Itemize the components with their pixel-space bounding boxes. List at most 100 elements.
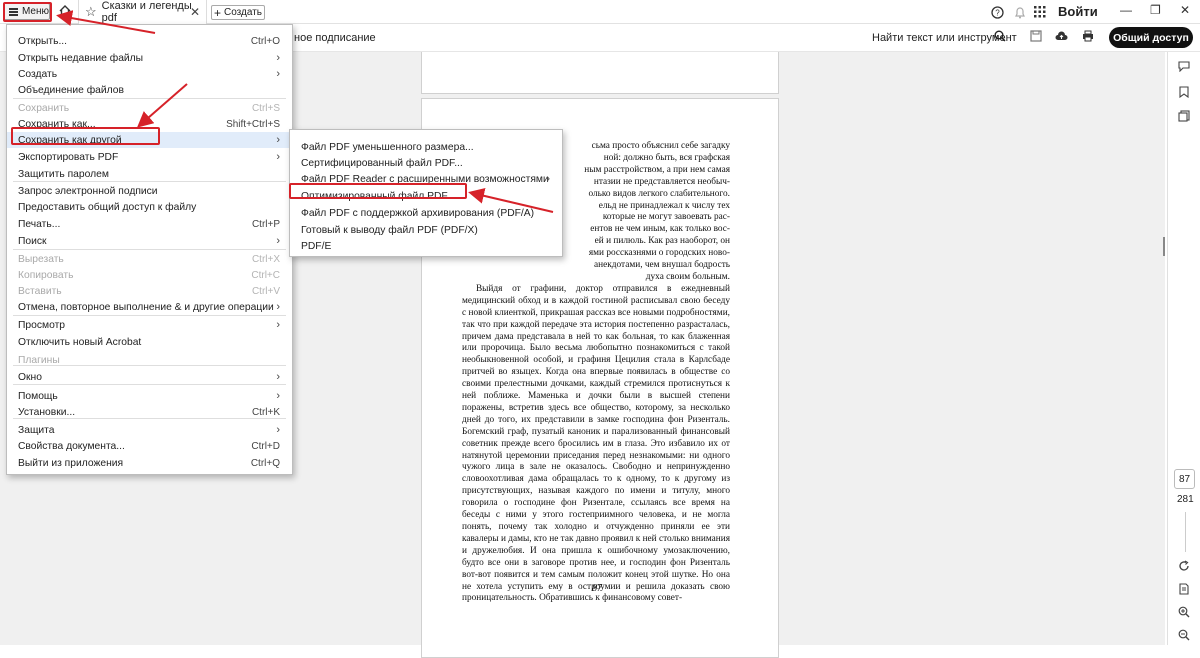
menu-item[interactable]: Вставить Ctrl+V xyxy=(7,283,292,299)
search-icon[interactable] xyxy=(994,30,1006,42)
title-bar: Меню ☆ Сказки и легенды pdf ✕ + Создать … xyxy=(0,0,1200,24)
svg-text:?: ? xyxy=(995,8,1000,17)
menu-item[interactable]: Защита › xyxy=(7,422,292,438)
chevron-right-icon: › xyxy=(546,173,550,185)
menu-separator xyxy=(13,98,286,99)
chevron-right-icon: › xyxy=(276,371,280,383)
menu-item[interactable]: Просмотр › xyxy=(7,317,292,333)
toolbar-partial-label[interactable]: ное подписание xyxy=(294,32,376,44)
submenu-item-label: Файл PDF с поддержкой архивирования (PDF… xyxy=(301,207,535,219)
submenu-item-label: Файл PDF уменьшенного размера... xyxy=(301,141,474,153)
menu-item[interactable]: Окно › xyxy=(7,369,292,385)
current-page-input[interactable]: 87 xyxy=(1174,469,1195,489)
pages-icon[interactable] xyxy=(1178,110,1190,122)
menu-item-label: Экспортировать PDF xyxy=(18,151,119,163)
submenu-item-label: Сертифицированный файл PDF... xyxy=(301,157,463,169)
menu-item[interactable]: Свойства документа... Ctrl+D xyxy=(7,438,292,454)
menu-item[interactable]: Установки... Ctrl+K xyxy=(7,404,292,420)
menu-item[interactable]: Вырезать Ctrl+X xyxy=(7,251,292,267)
close-window-icon[interactable]: ✕ xyxy=(1180,3,1190,17)
save-icon[interactable] xyxy=(1030,30,1042,42)
chevron-right-icon: › xyxy=(276,319,280,331)
menu-item-label: Просмотр xyxy=(18,319,66,331)
create-button-label: Создать xyxy=(224,7,263,18)
refresh-icon[interactable] xyxy=(1178,560,1190,572)
menu-item-shortcut: Ctrl+S xyxy=(251,102,280,114)
menu-item[interactable]: Запрос электронной подписи xyxy=(7,183,292,199)
home-icon[interactable] xyxy=(58,4,72,18)
zoom-in-icon[interactable] xyxy=(1178,606,1190,618)
submenu-item-label: Готовый к выводу файл PDF (PDF/X) xyxy=(301,224,478,236)
comment-icon[interactable] xyxy=(1178,61,1190,72)
menu-item-label: Запрос электронной подписи xyxy=(18,185,158,197)
menu-item-shortcut: Shift+Ctrl+S xyxy=(226,118,280,130)
restore-icon[interactable]: ❐ xyxy=(1150,3,1161,17)
menu-item[interactable]: Открыть... Ctrl+O xyxy=(7,33,292,49)
menu-item-label: Вырезать xyxy=(18,253,64,265)
bookmark-icon[interactable] xyxy=(1178,86,1190,98)
chevron-right-icon: › xyxy=(276,52,280,64)
document-tab[interactable]: ☆ Сказки и легенды pdf ✕ xyxy=(78,0,207,24)
menu-item-shortcut: Ctrl+O xyxy=(250,35,280,47)
menu-item-label: Печать... xyxy=(18,218,61,230)
help-icon[interactable]: ? xyxy=(991,4,1004,20)
sidebar-divider xyxy=(1185,512,1186,552)
right-sidebar xyxy=(1167,52,1200,645)
menu-item[interactable]: Плагины xyxy=(7,352,292,368)
chevron-right-icon: › xyxy=(276,390,280,402)
vertical-scrollbar[interactable] xyxy=(1163,237,1165,256)
submenu-item[interactable]: Файл PDF уменьшенного размера... xyxy=(290,139,562,155)
menu-item-label: Плагины xyxy=(18,354,60,366)
menu-item[interactable]: Отмена, повторное выполнение & и другие … xyxy=(7,299,292,315)
print-icon[interactable] xyxy=(1082,30,1094,42)
menu-item[interactable]: Создать › xyxy=(7,66,292,82)
menu-item-label: Поиск xyxy=(18,235,47,247)
menu-item-label: Объединение файлов xyxy=(18,84,124,96)
create-button[interactable]: + Создать xyxy=(211,5,265,20)
close-tab-icon[interactable]: ✕ xyxy=(190,5,200,19)
menu-item-shortcut: Ctrl+P xyxy=(251,218,280,230)
menu-item-label: Предоставить общий доступ к файлу xyxy=(18,201,197,213)
submenu-item[interactable]: PDF/E xyxy=(290,238,562,254)
menu-item[interactable]: Копировать Ctrl+C xyxy=(7,267,292,283)
menu-item-label: Создать xyxy=(18,68,58,80)
minimize-icon[interactable]: — xyxy=(1120,3,1132,17)
document-icon[interactable] xyxy=(1178,583,1190,595)
chevron-right-icon: › xyxy=(276,68,280,80)
menu-item[interactable]: Защитить паролем xyxy=(7,166,292,182)
menu-item-label: Вставить xyxy=(18,285,62,297)
menu-item[interactable]: Отключить новый Acrobat xyxy=(7,334,292,350)
menu-separator xyxy=(13,315,286,316)
plus-icon: + xyxy=(213,5,221,20)
zoom-out-icon[interactable] xyxy=(1178,629,1190,641)
menu-item[interactable]: Выйти из приложения Ctrl+Q xyxy=(7,455,292,471)
menu-item-label: Окно xyxy=(18,371,42,383)
menu-item-label: Сохранить xyxy=(18,102,70,114)
chevron-right-icon: › xyxy=(276,424,280,436)
cloud-upload-icon[interactable] xyxy=(1055,30,1068,42)
submenu-item[interactable]: Файл PDF с поддержкой архивирования (PDF… xyxy=(290,205,562,221)
menu-item[interactable]: Печать... Ctrl+P xyxy=(7,216,292,232)
menu-separator xyxy=(13,249,286,250)
menu-item[interactable]: Сохранить Ctrl+S xyxy=(7,100,292,116)
menu-item-shortcut: Ctrl+K xyxy=(251,406,280,418)
page-line: анекдотами, чем внушал бодрость xyxy=(594,260,730,271)
highlight-save-as-other xyxy=(11,127,160,145)
submenu-item[interactable]: Сертифицированный файл PDF... xyxy=(290,155,562,171)
star-icon[interactable]: ☆ xyxy=(85,4,97,20)
menu-item-shortcut: Ctrl+V xyxy=(251,285,280,297)
apps-grid-icon[interactable] xyxy=(1034,4,1046,20)
menu-item[interactable]: Экспортировать PDF › xyxy=(7,149,292,165)
submenu-item[interactable]: Готовый к выводу файл PDF (PDF/X) xyxy=(290,222,562,238)
bell-icon[interactable] xyxy=(1014,4,1026,20)
menu-item[interactable]: Предоставить общий доступ к файлу xyxy=(7,199,292,215)
menu-item[interactable]: Открыть недавние файлы › xyxy=(7,50,292,66)
login-button[interactable]: Войти xyxy=(1058,4,1098,19)
menu-item-shortcut: Ctrl+X xyxy=(251,253,280,265)
menu-item-label: Защитить паролем xyxy=(18,168,109,180)
share-button[interactable]: Общий доступ xyxy=(1109,27,1193,48)
menu-item[interactable]: Объединение файлов xyxy=(7,82,292,98)
previous-page xyxy=(421,52,779,94)
menu-item[interactable]: Помощь › xyxy=(7,388,292,404)
menu-item[interactable]: Поиск › xyxy=(7,233,292,249)
